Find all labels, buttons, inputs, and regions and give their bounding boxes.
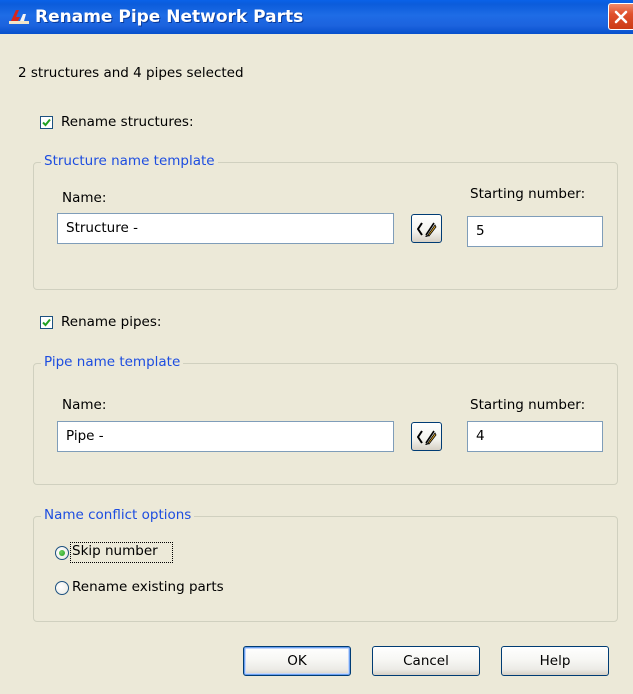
conflict-options-legend: Name conflict options bbox=[41, 507, 195, 523]
structure-name-editor-button[interactable] bbox=[411, 214, 442, 243]
rename-structures-checkbox[interactable] bbox=[40, 116, 53, 129]
selection-summary: 2 structures and 4 pipes selected bbox=[18, 65, 244, 81]
rename-existing-parts-radio[interactable] bbox=[55, 581, 69, 595]
cancel-button[interactable]: Cancel bbox=[372, 646, 480, 676]
structure-starting-number-input[interactable]: 5 bbox=[467, 216, 603, 247]
pipe-name-editor-button[interactable] bbox=[411, 422, 442, 451]
structure-name-label: Name: bbox=[62, 190, 107, 206]
ok-button[interactable]: OK bbox=[243, 646, 351, 676]
rename-pipe-network-parts-dialog: Rename Pipe Network Parts 2 structures a… bbox=[0, 0, 633, 694]
title-bar[interactable]: Rename Pipe Network Parts bbox=[0, 0, 633, 34]
pipe-name-label: Name: bbox=[62, 397, 107, 413]
help-button[interactable]: Help bbox=[501, 646, 609, 676]
name-conflict-options-group: Name conflict options bbox=[33, 507, 618, 622]
close-button[interactable] bbox=[608, 3, 633, 30]
radio-selected-dot bbox=[59, 550, 65, 556]
rename-existing-parts-label[interactable]: Rename existing parts bbox=[72, 579, 224, 595]
structure-starting-number-label: Starting number: bbox=[470, 186, 586, 202]
name-template-editor-icon bbox=[417, 430, 437, 445]
rename-structures-label[interactable]: Rename structures: bbox=[61, 114, 194, 130]
rename-pipes-checkbox[interactable] bbox=[40, 316, 53, 329]
pipe-template-legend: Pipe name template bbox=[41, 354, 184, 370]
structure-name-input[interactable]: Structure - bbox=[57, 213, 394, 244]
check-mark-icon bbox=[42, 118, 51, 127]
pipe-starting-number-input[interactable]: 4 bbox=[467, 421, 603, 452]
pipe-name-input[interactable]: Pipe - bbox=[57, 421, 394, 452]
skip-number-radio[interactable] bbox=[55, 546, 69, 560]
skip-number-label[interactable]: Skip number bbox=[72, 543, 158, 559]
rename-pipes-label[interactable]: Rename pipes: bbox=[61, 314, 161, 330]
pipe-starting-number-label: Starting number: bbox=[470, 397, 586, 413]
name-template-editor-icon bbox=[417, 222, 437, 237]
close-x-icon bbox=[614, 10, 628, 24]
check-mark-icon bbox=[42, 318, 51, 327]
window-title: Rename Pipe Network Parts bbox=[35, 7, 304, 27]
app-icon bbox=[9, 10, 29, 24]
structure-template-legend: Structure name template bbox=[41, 153, 218, 169]
